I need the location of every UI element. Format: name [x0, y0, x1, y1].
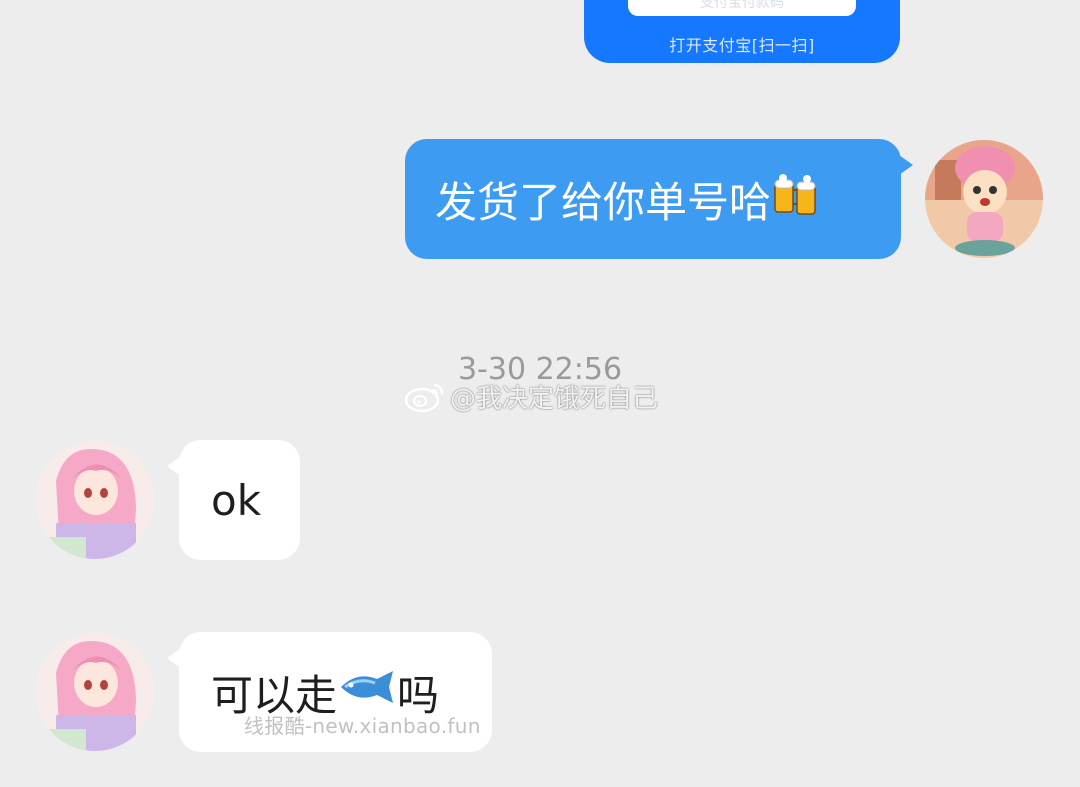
alipay-payment-card[interactable]: 支付宝付款码 打开支付宝[扫一扫]	[584, 0, 900, 63]
message-bubble-outgoing[interactable]: 发货了给你单号哈	[405, 139, 913, 259]
message-text: 发货了给你单号哈	[435, 177, 772, 227]
bubble-tail	[899, 155, 913, 175]
bubble-tail	[167, 648, 181, 668]
alipay-hint: 打开支付宝[扫一扫]	[669, 36, 815, 55]
beer-mugs-icon	[771, 170, 821, 228]
site-watermark: 线报酷-new.xianbao.fun	[244, 714, 481, 738]
contact-avatar[interactable]	[36, 441, 154, 559]
contact-avatar[interactable]	[36, 633, 154, 751]
message-bubble-incoming[interactable]: ok	[167, 440, 300, 560]
message-text: ok	[211, 475, 262, 525]
weibo-watermark-text: @我决定饿死自己	[450, 384, 659, 414]
alipay-inner-text: 支付宝付款码	[700, 0, 784, 11]
weibo-logo-icon	[404, 383, 444, 412]
bubble-tail	[167, 456, 181, 476]
my-avatar[interactable]	[925, 140, 1043, 258]
weibo-watermark: @我决定饿死自己	[404, 378, 658, 415]
chat-screen: 支付宝付款码 打开支付宝[扫一扫] 发货了给你单号哈 3-30 22:56 @我…	[0, 0, 1080, 787]
alipay-qr-area: 支付宝付款码	[628, 0, 856, 16]
